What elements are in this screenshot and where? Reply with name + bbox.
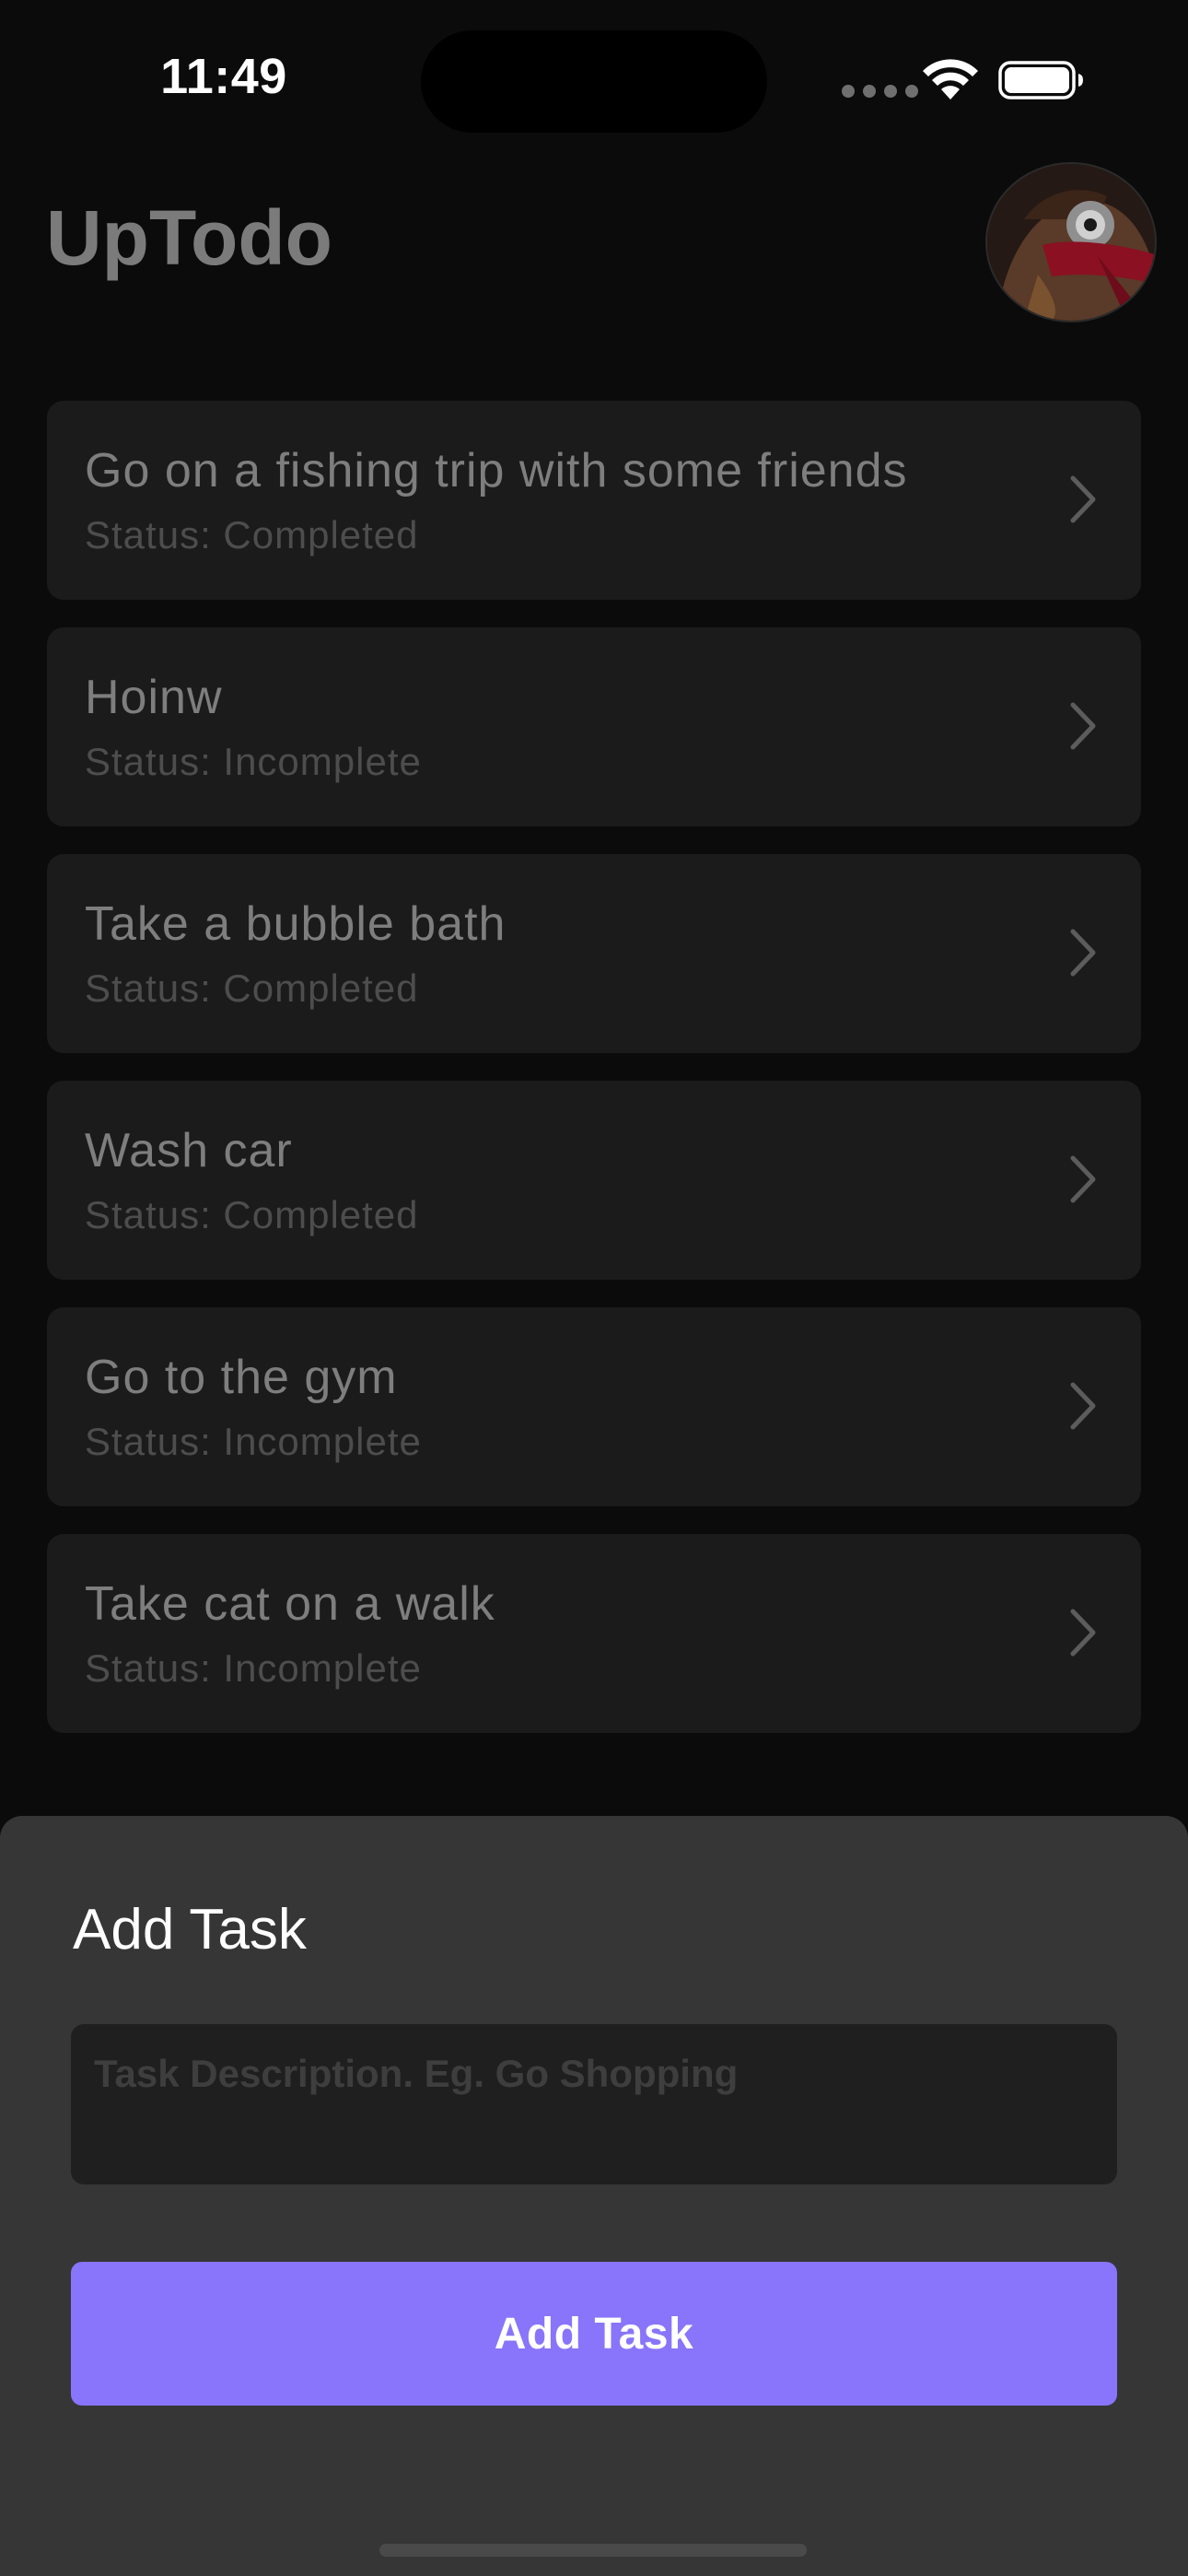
task-title: Wash car bbox=[85, 1124, 293, 1177]
cellular-signal-icon bbox=[842, 85, 918, 98]
dynamic-island bbox=[421, 30, 767, 133]
chevron-right-icon bbox=[1070, 1382, 1096, 1430]
app-title: UpTodo bbox=[46, 194, 332, 281]
task-item[interactable]: Take cat on a walk Status: Incomplete bbox=[47, 1534, 1141, 1733]
battery-icon bbox=[998, 61, 1083, 100]
task-status: Status: Completed bbox=[85, 966, 419, 1010]
avatar-image bbox=[987, 164, 1155, 321]
chevron-right-icon bbox=[1070, 475, 1096, 523]
chevron-right-icon bbox=[1070, 702, 1096, 750]
task-title: Hoinw bbox=[85, 671, 223, 724]
add-task-sheet: Add Task Add Task bbox=[0, 1816, 1188, 2576]
task-list: Go on a fishing trip with some friends S… bbox=[47, 401, 1141, 1761]
task-status: Status: Incomplete bbox=[85, 1646, 422, 1690]
profile-avatar[interactable] bbox=[985, 162, 1157, 322]
wifi-icon bbox=[923, 59, 978, 100]
task-status: Status: Completed bbox=[85, 1193, 419, 1236]
task-item[interactable]: Hoinw Status: Incomplete bbox=[47, 627, 1141, 826]
add-task-button[interactable]: Add Task bbox=[71, 2262, 1117, 2406]
task-status: Status: Completed bbox=[85, 513, 419, 556]
status-time: 11:49 bbox=[160, 49, 287, 104]
task-description-input[interactable] bbox=[71, 2024, 1117, 2184]
task-title: Go on a fishing trip with some friends bbox=[85, 444, 908, 498]
chevron-right-icon bbox=[1070, 1609, 1096, 1657]
chevron-right-icon bbox=[1070, 1155, 1096, 1203]
task-item[interactable]: Take a bubble bath Status: Completed bbox=[47, 854, 1141, 1053]
task-title: Go to the gym bbox=[85, 1351, 398, 1404]
task-item[interactable]: Go to the gym Status: Incomplete bbox=[47, 1307, 1141, 1506]
chevron-right-icon bbox=[1070, 929, 1096, 977]
task-item[interactable]: Wash car Status: Completed bbox=[47, 1081, 1141, 1280]
sheet-title: Add Task bbox=[73, 1898, 307, 1961]
task-title: Take a bubble bath bbox=[85, 897, 507, 951]
task-status: Status: Incomplete bbox=[85, 1420, 422, 1463]
task-status: Status: Incomplete bbox=[85, 740, 422, 783]
task-item[interactable]: Go on a fishing trip with some friends S… bbox=[47, 401, 1141, 600]
task-title: Take cat on a walk bbox=[85, 1577, 495, 1631]
home-indicator[interactable] bbox=[379, 2544, 807, 2557]
